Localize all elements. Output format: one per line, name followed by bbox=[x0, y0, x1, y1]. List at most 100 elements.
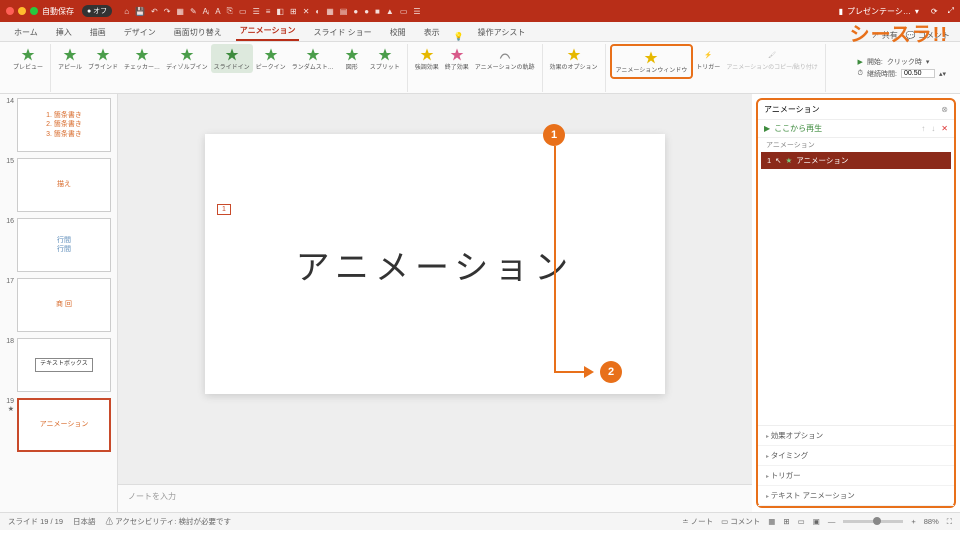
slide[interactable]: 1 アニメーション bbox=[205, 134, 665, 394]
effect-6[interactable]: ランダムスト… bbox=[289, 44, 337, 74]
emphasis-effects[interactable]: 強調効果 bbox=[412, 44, 442, 74]
notes-toggle[interactable]: ≐ ノート bbox=[682, 516, 713, 527]
start-dropdown[interactable]: クリック時 bbox=[887, 57, 922, 67]
tab-home[interactable]: ホーム bbox=[10, 24, 42, 41]
arrow-head-icon bbox=[584, 366, 594, 378]
toolbar-icon[interactable]: ⊞ bbox=[290, 7, 297, 16]
toolbar-icon[interactable]: ▤ bbox=[340, 7, 348, 16]
toolbar-icon[interactable]: ◧ bbox=[276, 7, 284, 16]
pane-option[interactable]: 効果オプション bbox=[758, 426, 954, 446]
view-slideshow-icon[interactable]: ▣ bbox=[813, 517, 820, 526]
comments-toggle[interactable]: ▭ コメント bbox=[721, 516, 760, 527]
view-normal-icon[interactable]: ▦ bbox=[768, 517, 775, 526]
tab-insert[interactable]: 挿入 bbox=[52, 24, 76, 41]
fit-icon[interactable]: ⛶ bbox=[947, 517, 952, 527]
toolbar-icon[interactable]: ▦ bbox=[326, 7, 334, 16]
toolbar-icon[interactable]: ■ bbox=[375, 7, 380, 16]
toolbar-icon[interactable]: ⎘ bbox=[227, 6, 233, 16]
duration-input[interactable] bbox=[901, 69, 935, 78]
effect-options[interactable]: 効果のオプション bbox=[547, 44, 601, 74]
tab-review[interactable]: 校閲 bbox=[386, 24, 410, 41]
tell-me[interactable]: 操作アシスト bbox=[474, 24, 530, 41]
animation-item[interactable]: 1 ↖ ★ アニメーション bbox=[761, 152, 951, 169]
toolbar-icon[interactable]: ☰ bbox=[413, 7, 420, 16]
tab-transitions[interactable]: 画面切り替え bbox=[170, 24, 226, 41]
pane-option[interactable]: テキスト アニメーション bbox=[758, 486, 954, 506]
redo-icon[interactable]: ↷ bbox=[164, 7, 171, 16]
tab-design[interactable]: デザイン bbox=[120, 24, 160, 41]
move-down-icon[interactable]: ↓ bbox=[931, 124, 935, 133]
status-bar: スライド 19 / 19 日本語 ⚠ アクセシビリティ: 検討が必要です ≐ ノ… bbox=[0, 512, 960, 530]
language[interactable]: 日本語 bbox=[73, 516, 96, 527]
toolbar-icon[interactable]: ● bbox=[353, 7, 358, 16]
notes-input[interactable]: ノートを入力 bbox=[118, 484, 752, 512]
tab-draw[interactable]: 描画 bbox=[86, 24, 110, 41]
filename[interactable]: ▮ プレゼンテーシ… ▾ bbox=[839, 6, 919, 17]
zoom-slider[interactable] bbox=[843, 520, 903, 523]
exit-effects[interactable]: 終了効果 bbox=[442, 44, 472, 74]
tab-view[interactable]: 表示 bbox=[420, 24, 444, 41]
preview-button[interactable]: プレビュー bbox=[10, 44, 46, 74]
thumbnail[interactable]: 141. 箇条書き2. 箇条書き3. 箇条書き bbox=[2, 98, 115, 152]
effect-1[interactable]: ブラインド bbox=[85, 44, 121, 74]
slide-canvas: 1 アニメーション 1 2 ノートを入力 bbox=[118, 94, 752, 512]
undo-icon[interactable]: ↶ bbox=[151, 7, 158, 16]
titlebar: 自動保存 ● オフ ⌂ 💾 ↶ ↷ ▦ ✎ Aᵢ A ⎘ ▭ ☰ ≡ ◧ ⊞ ✕… bbox=[0, 0, 960, 22]
tab-animations[interactable]: アニメーション bbox=[236, 22, 300, 41]
thumbnail[interactable]: 15描え bbox=[2, 158, 115, 212]
toolbar-icon[interactable]: ▲ bbox=[386, 7, 394, 16]
animation-painter[interactable]: 🖌アニメーションのコピー/貼り付け bbox=[723, 44, 820, 80]
toolbar-icon[interactable]: ≡ bbox=[266, 7, 271, 16]
zoom-level[interactable]: 88% bbox=[924, 517, 939, 526]
animation-pane-button[interactable]: アニメーションウィンドウ bbox=[613, 47, 691, 77]
collapse-icon[interactable]: ⤢ bbox=[948, 6, 954, 16]
motion-paths[interactable]: アニメーションの軌跡 bbox=[472, 44, 538, 74]
toolbar-icon[interactable]: ▦ bbox=[176, 7, 184, 16]
accessibility[interactable]: ⚠ アクセシビリティ: 検討が必要です bbox=[106, 516, 231, 527]
thumbnail[interactable]: 18テキストボックス bbox=[2, 338, 115, 392]
view-reading-icon[interactable]: ▭ bbox=[798, 517, 805, 526]
toolbar-icon[interactable]: ▭ bbox=[400, 7, 408, 16]
move-up-icon[interactable]: ↑ bbox=[921, 124, 925, 133]
effect-7[interactable]: 図形 bbox=[337, 44, 367, 74]
effect-0[interactable]: アピール bbox=[55, 44, 85, 74]
delete-icon[interactable]: ✕ bbox=[941, 124, 948, 133]
effect-2[interactable]: チェッカー… bbox=[121, 44, 163, 74]
pane-option[interactable]: トリガー bbox=[758, 466, 954, 486]
toolbar-icon[interactable]: ☰ bbox=[253, 7, 260, 16]
sync-icon[interactable]: ⟳ bbox=[931, 7, 938, 16]
animation-tag[interactable]: 1 bbox=[217, 204, 231, 215]
effect-8[interactable]: スプリット bbox=[367, 44, 403, 74]
toolbar-icon[interactable]: ▭ bbox=[239, 7, 247, 16]
chevron-down-icon: ▾ bbox=[915, 7, 919, 16]
toolbar-icon[interactable]: ✕ bbox=[303, 7, 310, 16]
toolbar-icon[interactable]: ● bbox=[364, 7, 369, 16]
ribbon: プレビュー アピールブラインドチェッカー…ディゾルブインスライドインピークインラ… bbox=[0, 42, 960, 94]
play-from-here[interactable]: ▶ここから再生 ↑↓✕ bbox=[758, 120, 954, 138]
toolbar-icon[interactable]: A bbox=[215, 7, 220, 16]
trigger-button[interactable]: ⚡トリガー bbox=[693, 44, 723, 80]
effect-5[interactable]: ピークイン bbox=[253, 44, 289, 74]
toolbar-icon[interactable]: ◐ bbox=[315, 7, 320, 16]
thumbnail[interactable]: 16行間行間 bbox=[2, 218, 115, 272]
home-icon[interactable]: ⌂ bbox=[124, 7, 129, 16]
save-icon[interactable]: 💾 bbox=[135, 7, 145, 16]
autosave-toggle[interactable]: ● オフ bbox=[82, 5, 112, 17]
tab-slideshow[interactable]: スライド ショー bbox=[309, 24, 375, 41]
close-icon[interactable] bbox=[6, 7, 14, 15]
effect-3[interactable]: ディゾルブイン bbox=[163, 44, 211, 74]
pane-option[interactable]: タイミング bbox=[758, 446, 954, 466]
play-icon: ▶ bbox=[764, 124, 770, 133]
maximize-icon[interactable] bbox=[30, 7, 38, 15]
effect-4[interactable]: スライドイン bbox=[211, 44, 253, 74]
thumbnail[interactable]: 19★アニメーション bbox=[2, 398, 115, 452]
view-sorter-icon[interactable]: ⊞ bbox=[783, 517, 789, 526]
toolbar-icon[interactable]: ✎ bbox=[190, 7, 197, 16]
slide-text[interactable]: アニメーション bbox=[296, 240, 575, 289]
close-pane-icon[interactable]: ⊗ bbox=[941, 105, 948, 114]
quick-access: ⌂ 💾 ↶ ↷ ▦ ✎ Aᵢ A ⎘ ▭ ☰ ≡ ◧ ⊞ ✕ ◐ ▦ ▤ ● ●… bbox=[124, 6, 834, 16]
thumbnail[interactable]: 17商 回 bbox=[2, 278, 115, 332]
minimize-icon[interactable] bbox=[18, 7, 26, 15]
duration-label: 継続時間: bbox=[867, 69, 897, 79]
toolbar-icon[interactable]: Aᵢ bbox=[203, 7, 210, 16]
